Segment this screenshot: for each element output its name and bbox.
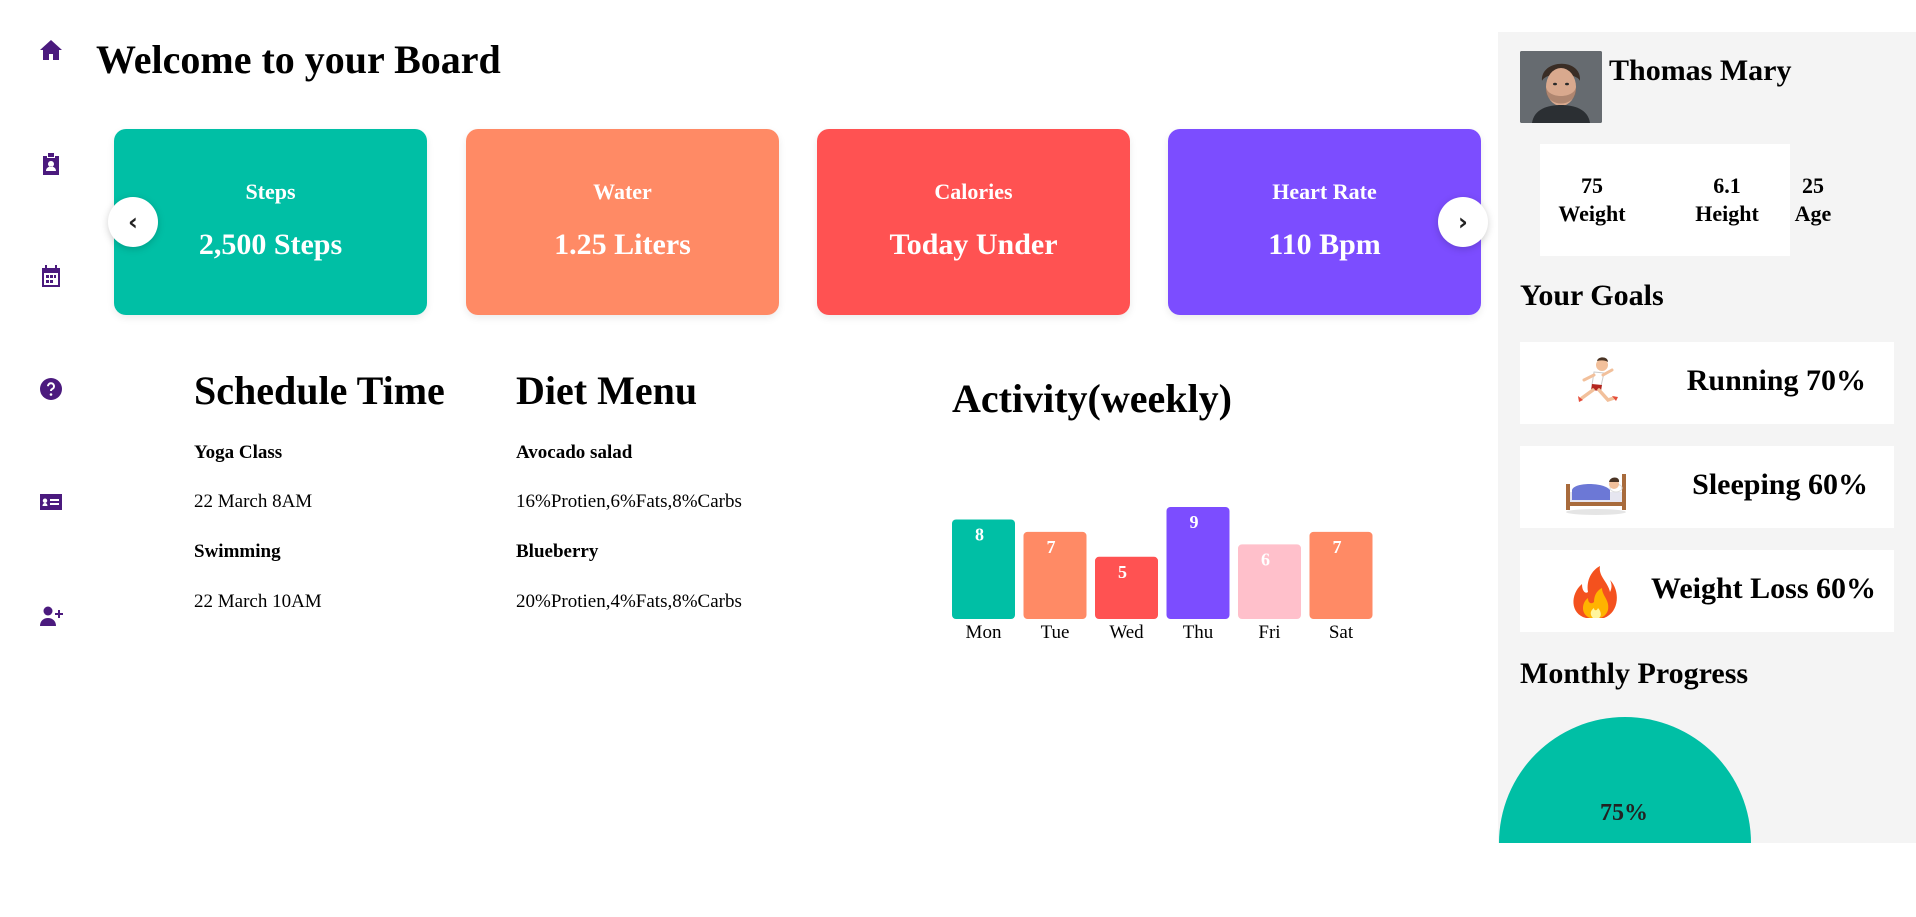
user-name: Thomas Mary: [1609, 54, 1792, 87]
schedule-item-time: 22 March 10AM: [194, 591, 322, 612]
activity-bar-value: 8: [975, 524, 984, 544]
add-user-icon[interactable]: [38, 603, 64, 629]
activity-day-label: Tue: [1041, 622, 1070, 643]
age-value: 25: [1802, 173, 1824, 198]
steps-card[interactable]: Steps 2,500 Steps: [114, 129, 427, 315]
profile-metrics: 75 Weight 6.1 Height 25 Age: [1540, 144, 1831, 256]
sidebar: [0, 0, 100, 917]
weight-label: Weight: [1558, 201, 1626, 226]
avatar[interactable]: [1520, 51, 1602, 123]
goal-running-label: Running 70%: [1686, 364, 1866, 397]
help-circle-icon[interactable]: [38, 376, 64, 402]
calories-label: Calories: [934, 179, 1013, 204]
schedule-item-name: Yoga Class: [194, 442, 283, 463]
schedule-item-time: 22 March 8AM: [194, 491, 313, 512]
water-card[interactable]: Water 1.25 Liters: [466, 129, 779, 315]
contact-card-icon[interactable]: [38, 489, 64, 515]
heart-rate-card[interactable]: Heart Rate 110 Bpm: [1168, 129, 1481, 315]
goal-weight-loss[interactable]: Weight Loss 60%: [1520, 550, 1894, 632]
activity-day-label: Wed: [1109, 622, 1144, 643]
calories-card[interactable]: Calories Today Under: [817, 129, 1130, 315]
carousel-next-button[interactable]: ›: [1438, 197, 1488, 247]
goal-weight-loss-label: Weight Loss 60%: [1650, 572, 1876, 605]
height-value: 6.1: [1713, 173, 1741, 198]
weight-value: 75: [1581, 173, 1603, 198]
age-label: Age: [1794, 201, 1832, 226]
weight-metric: 75 Weight: [1557, 172, 1627, 228]
activity-title: Activity(weekly): [952, 376, 1232, 421]
monthly-progress-value: 75%: [1600, 800, 1648, 826]
activity-day-label: Sat: [1329, 622, 1354, 643]
monthly-progress-title: Monthly Progress: [1520, 657, 1749, 690]
running-icon: [1564, 356, 1628, 412]
diet-item-detail: 20%Protien,4%Fats,8%Carbs: [516, 591, 742, 612]
steps-label: Steps: [245, 179, 296, 204]
calendar-icon[interactable]: [38, 263, 64, 289]
water-label: Water: [593, 179, 652, 204]
heart-rate-value: 110 Bpm: [1268, 228, 1381, 261]
diet-item-detail: 16%Protien,6%Fats,8%Carbs: [516, 491, 742, 512]
profile-panel: Thomas Mary 75 Weight 6.1 Height 25 Age …: [1498, 32, 1916, 843]
water-value: 1.25 Liters: [554, 228, 691, 261]
activity-day-label: Thu: [1183, 622, 1214, 643]
height-label: Height: [1695, 201, 1759, 226]
schedule-title: Schedule Time: [194, 368, 445, 413]
goal-sleeping-label: Sleeping 60%: [1692, 468, 1868, 501]
height-metric: 6.1 Height: [1692, 172, 1762, 228]
goal-sleeping[interactable]: Sleeping 60%: [1520, 446, 1894, 528]
activity-bar-value: 7: [1333, 537, 1342, 557]
activity-bar-value: 9: [1190, 512, 1199, 532]
carousel-prev-button[interactable]: ‹: [108, 197, 158, 247]
fire-icon: [1564, 564, 1628, 620]
calories-value: Today Under: [889, 228, 1058, 261]
heart-rate-label: Heart Rate: [1272, 179, 1377, 204]
home-icon[interactable]: [38, 37, 64, 63]
activity-bar-value: 5: [1118, 562, 1127, 582]
schedule-item-name: Swimming: [194, 541, 281, 562]
activity-bar-value: 7: [1047, 537, 1056, 557]
id-badge-icon[interactable]: [38, 151, 64, 177]
steps-value: 2,500 Steps: [198, 228, 343, 261]
goal-running[interactable]: Running 70%: [1520, 342, 1894, 424]
diet-item-name: Avocado salad: [516, 442, 633, 463]
diet-item-name: Blueberry: [516, 541, 599, 562]
sleeping-icon: [1564, 460, 1628, 516]
activity-bar-value: 6: [1261, 549, 1270, 569]
page-title: Welcome to your Board: [96, 37, 501, 82]
activity-day-label: Mon: [966, 622, 1002, 643]
diet-title: Diet Menu: [516, 368, 698, 413]
activity-bar-chart: 8 Mon 7 Tue 5 Wed 9 Thu 6 Fri 7 Sat: [952, 507, 1373, 643]
goals-title: Your Goals: [1520, 279, 1664, 312]
age-metric: 25 Age: [1778, 172, 1848, 228]
activity-day-label: Fri: [1258, 622, 1280, 643]
